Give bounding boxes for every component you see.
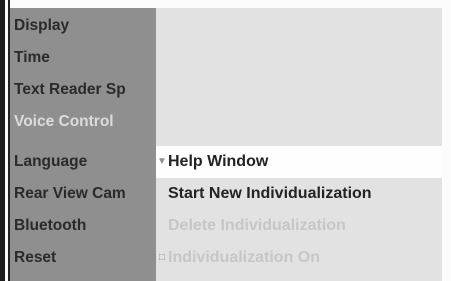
dropdown-arrow-icon: ▼ — [157, 156, 167, 167]
right-margin — [442, 0, 451, 281]
menu-item-start-new-individualization[interactable]: Start New Individualization — [156, 178, 442, 210]
sidebar-item-time[interactable]: Time — [10, 42, 156, 74]
sidebar-item-reset[interactable]: Reset — [10, 242, 156, 274]
sidebar-item-rear-view-camera[interactable]: Rear View Cam — [10, 178, 156, 210]
top-margin — [10, 0, 451, 8]
menu-item-delete-individualization: Delete Individualization — [156, 210, 442, 242]
sidebar-item-text-reader-speed[interactable]: Text Reader Sp — [10, 74, 156, 106]
menu-item-label: Start New Individualization — [168, 185, 372, 202]
sidebar-item-label: Time — [14, 49, 50, 66]
sidebar-item-display[interactable]: Display — [10, 10, 156, 42]
sidebar-item-language[interactable]: Language — [10, 146, 156, 178]
frame-edge — [0, 0, 5, 281]
menu-item-label: Individualization On — [168, 249, 320, 266]
sidebar-item-bluetooth[interactable]: Bluetooth — [10, 210, 156, 242]
sidebar-item-label: Text Reader Sp — [14, 81, 126, 98]
checkbox-icon: □ — [158, 252, 166, 263]
sidebar-item-label: Rear View Cam — [14, 185, 126, 202]
sidebar-item-label: Bluetooth — [14, 217, 87, 234]
menu-item-label: Help Window — [168, 153, 269, 170]
settings-sidebar: Display Time Text Reader Sp Voice Contro… — [10, 8, 156, 281]
screen: Display Time Text Reader Sp Voice Contro… — [0, 0, 451, 281]
sidebar-item-label: Display — [14, 17, 70, 34]
sidebar-item-label: Voice Control — [14, 113, 114, 130]
menu-item-individualization-on: □ Individualization On — [156, 242, 442, 274]
menu-item-help-window[interactable]: ▼Help Window — [156, 146, 442, 178]
sidebar-item-label: Reset — [14, 249, 57, 266]
voice-control-submenu: ▼Help Window Start New Individualization… — [156, 8, 442, 281]
sidebar-item-label: Language — [14, 153, 88, 170]
menu-item-label: Delete Individualization — [168, 217, 346, 234]
sidebar-item-voice-control[interactable]: Voice Control — [10, 106, 156, 138]
